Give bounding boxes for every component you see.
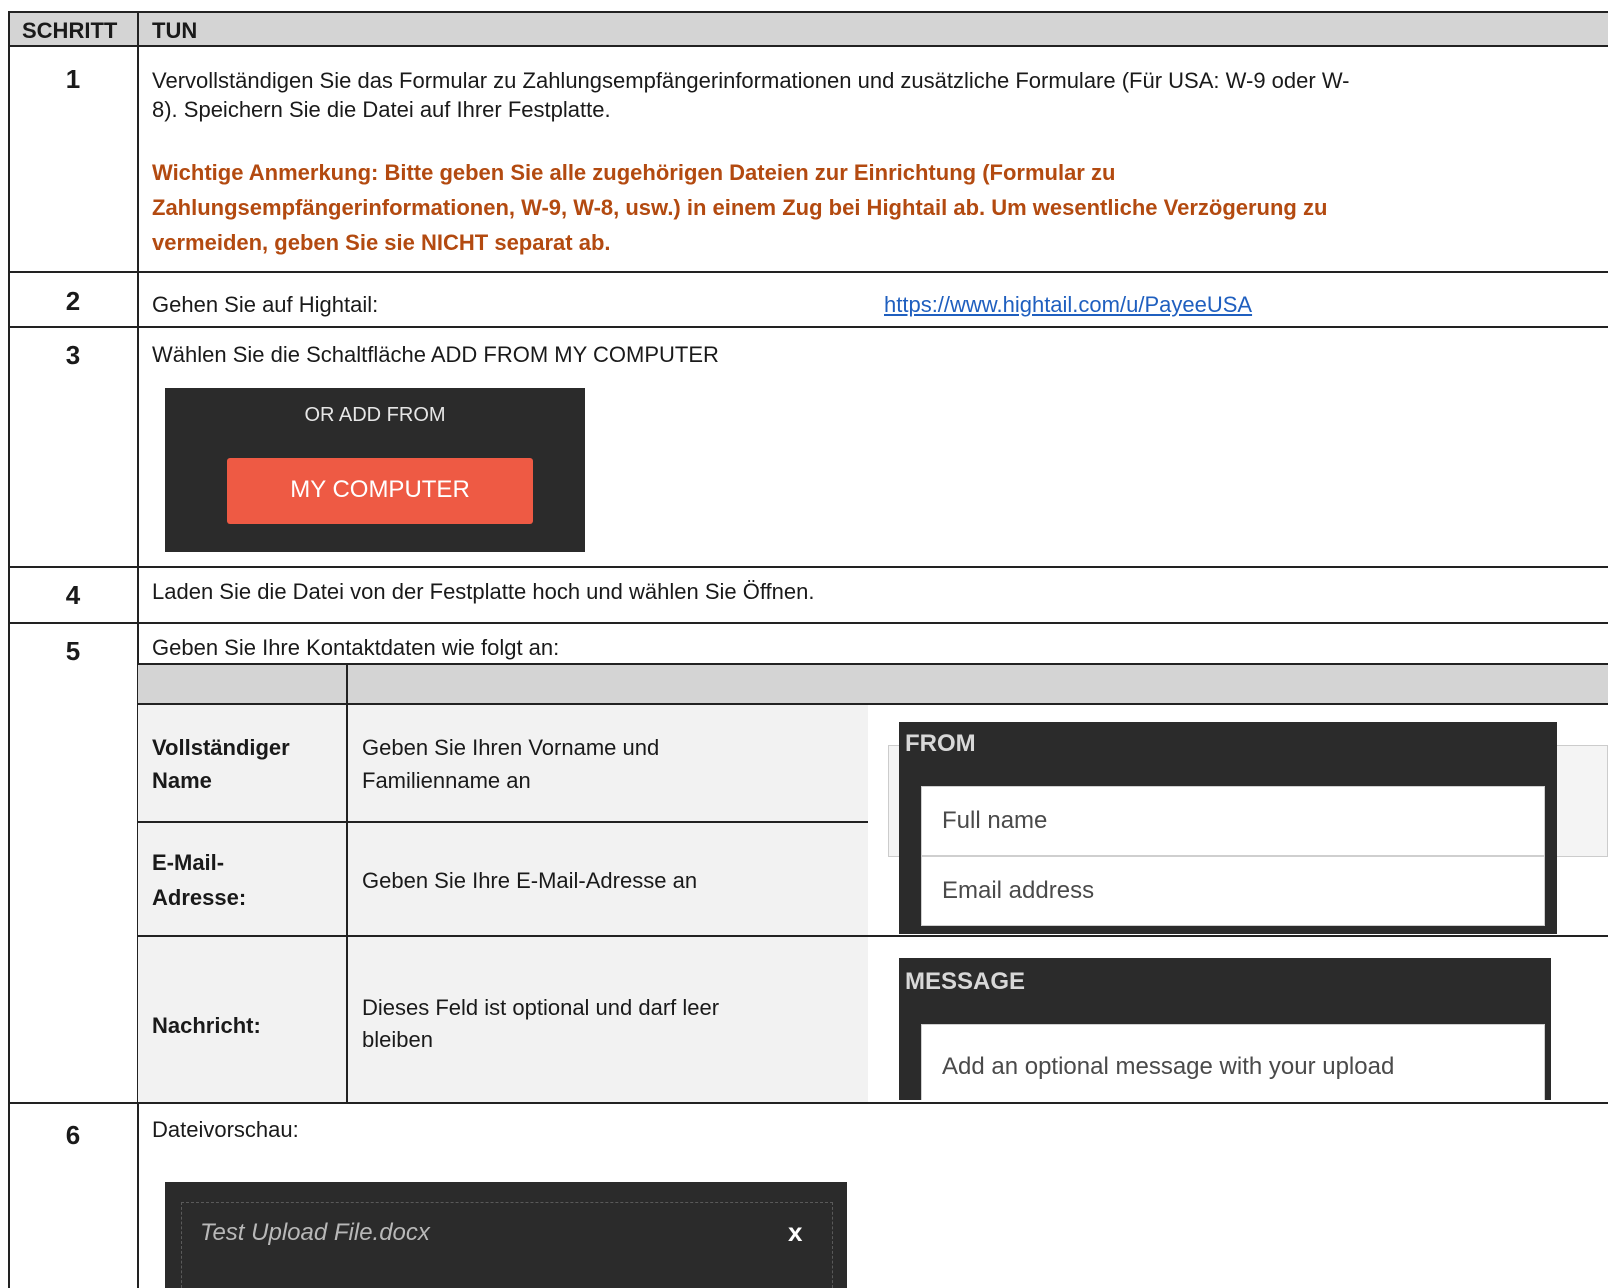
file-name: Test Upload File.docx	[200, 1219, 430, 1246]
email-input[interactable]: Email address	[921, 856, 1545, 926]
nested-row-line	[138, 821, 868, 823]
table-header	[8, 12, 1608, 46]
important-note: vermeiden, geben Sie sie NICHT separat a…	[152, 230, 611, 255]
row-line	[8, 1102, 1608, 1104]
from-title: FROM	[905, 730, 976, 757]
header-action: TUN	[152, 18, 198, 43]
row-desc: bleiben	[362, 1027, 433, 1052]
row-desc: Dieses Feld ist optional und darf leer	[362, 995, 720, 1020]
add-from-widget: OR ADD FROM MY COMPUTER	[165, 388, 585, 552]
row-line	[8, 622, 1608, 624]
step-text: Vervollständigen Sie das Formular zu Zah…	[152, 68, 1350, 93]
nested-col-line	[346, 664, 348, 1102]
row-desc: Geben Sie Ihren Vorname und	[362, 735, 660, 760]
message-title: MESSAGE	[905, 968, 1026, 995]
row-line	[8, 271, 1608, 273]
step-number: 3	[65, 340, 81, 370]
step-number: 4	[65, 580, 81, 610]
message-widget: MESSAGE Add an optional message with you…	[899, 958, 1551, 1100]
message-input[interactable]: Add an optional message with your upload	[921, 1024, 1545, 1100]
nested-row-line	[138, 935, 1608, 937]
step-number: 2	[65, 286, 81, 316]
nested-row-line	[138, 703, 1608, 705]
row-line	[8, 11, 1608, 13]
my-computer-button[interactable]: MY COMPUTER	[227, 458, 533, 524]
nested-table-header	[138, 664, 1608, 704]
full-name-input[interactable]: Full name	[921, 786, 1545, 856]
row-line	[8, 45, 1608, 47]
header-step: SCHRITT	[22, 18, 118, 43]
row-line	[8, 566, 1608, 568]
row-label: Adresse:	[152, 885, 247, 910]
from-widget: FROM Full name Email address	[899, 722, 1557, 934]
remove-file-icon[interactable]: x	[788, 1217, 802, 1248]
row-desc: Geben Sie Ihre E-Mail-Adresse an	[362, 868, 698, 893]
step-text: Laden Sie die Datei von der Festplatte h…	[152, 579, 815, 604]
step-text: Dateivorschau:	[152, 1117, 299, 1142]
step-number: 6	[65, 1120, 81, 1150]
step-number: 1	[65, 64, 81, 94]
row-line	[8, 326, 1608, 328]
step-number: 5	[65, 636, 81, 666]
file-preview-box: Test Upload File.docx x	[181, 1202, 833, 1288]
row-label: Vollständiger	[152, 735, 290, 760]
row-label: Nachricht:	[152, 1013, 261, 1038]
step-text: Geben Sie Ihre Kontaktdaten wie folgt an…	[152, 635, 560, 660]
step-text: Wählen Sie die Schaltfläche ADD FROM MY …	[152, 342, 719, 367]
row-label: Name	[152, 768, 212, 793]
nested-row-line	[138, 663, 1608, 665]
important-note: Wichtige Anmerkung: Bitte geben Sie alle…	[152, 160, 1116, 185]
row-label: E-Mail-	[152, 850, 225, 875]
hightail-link[interactable]: https://www.hightail.com/u/PayeeUSA	[884, 290, 1252, 320]
step-text: 8). Speichern Sie die Datei auf Ihrer Fe…	[152, 97, 611, 122]
widget-caption: OR ADD FROM	[304, 404, 446, 426]
step-text: Gehen Sie auf Hightail:	[152, 292, 379, 317]
row-desc: Familienname an	[362, 768, 531, 793]
important-note: Zahlungsempfängerinformationen, W-9, W-8…	[152, 195, 1328, 220]
file-preview-widget: Test Upload File.docx x	[165, 1182, 847, 1288]
